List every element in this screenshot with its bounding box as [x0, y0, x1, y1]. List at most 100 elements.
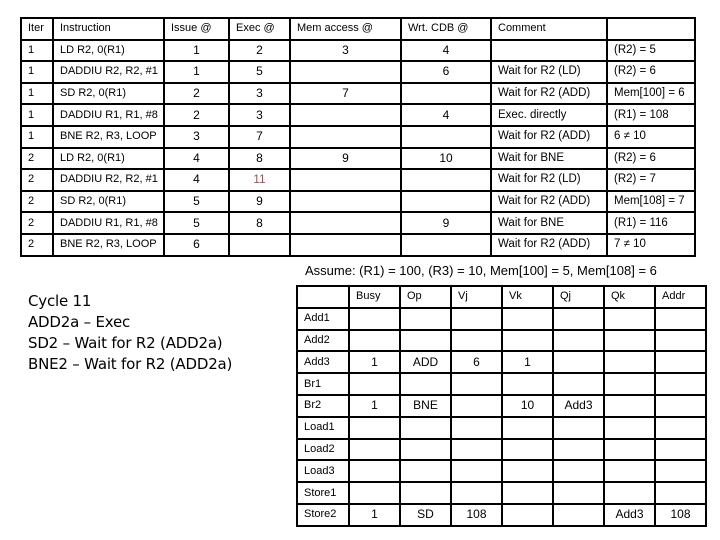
busy-cell: [348, 306, 401, 331]
addr-cell: [654, 306, 707, 331]
vj-cell: [450, 459, 503, 484]
vk-cell: [501, 502, 554, 527]
issue-cell: 4: [163, 146, 230, 171]
comment-cell: Wait for BNE: [490, 211, 608, 235]
op-cell: ADD: [399, 350, 452, 375]
station-name-cell: Store1: [296, 481, 350, 505]
addr-cell: [654, 372, 707, 396]
qj-cell: [552, 481, 605, 505]
issue-cell: 4: [163, 168, 230, 192]
mem-access-cell: 7: [289, 81, 402, 106]
comment-cell: [490, 38, 608, 63]
iter-cell: 2: [20, 168, 54, 192]
header-iter: Iter: [20, 17, 54, 41]
mem-access-cell: 9: [289, 146, 402, 171]
iter-cell: 1: [20, 81, 54, 106]
mem-access-cell: [289, 103, 402, 127]
qj-cell: [552, 415, 605, 440]
exec-cell: 3: [228, 81, 291, 106]
instruction-row: 2 DADDIU R2, R2, #1 4 11 Wait for R2 (LD) (R2…: [20, 168, 696, 192]
cycle-note-line: Cycle 11: [28, 292, 92, 310]
reservation-station-row: Load3: [296, 459, 707, 484]
vj-cell: [450, 372, 503, 396]
addr-cell: [654, 415, 707, 440]
exec-cell: 3: [228, 103, 291, 127]
result-cell: Mem[108] = 7: [606, 189, 696, 214]
vk-cell: 10: [501, 393, 554, 418]
wrt-cdb-cell: [400, 124, 492, 149]
iter-cell: 2: [20, 189, 54, 214]
comment-cell: Wait for R2 (LD): [490, 60, 608, 84]
header-qj: Qj: [552, 285, 605, 309]
header-issue: Issue @: [163, 17, 230, 41]
qj-cell: [552, 328, 605, 353]
header-instruction: Instruction: [52, 17, 165, 41]
addr-cell: [654, 437, 707, 462]
station-name-cell: Add1: [296, 306, 350, 331]
wrt-cdb-cell: 9: [400, 211, 492, 235]
station-name-cell: Store2: [296, 502, 350, 527]
qk-cell: [603, 306, 656, 331]
exec-cell: 2: [228, 38, 291, 63]
iter-cell: 2: [20, 232, 54, 257]
wrt-cdb-cell: 4: [400, 103, 492, 127]
instruction-row: 1 SD R2, 0(R1) 2 3 7 Wait for R2 (ADD) Mem[100…: [20, 81, 696, 106]
reservation-station-row: Store1: [296, 481, 707, 505]
op-cell: [399, 415, 452, 440]
vj-cell: [450, 328, 503, 353]
header-op: Op: [399, 285, 452, 309]
vj-cell: 6: [450, 350, 503, 375]
instruction-cell: DADDIU R1, R1, #8: [52, 211, 165, 235]
busy-cell: [348, 372, 401, 396]
instruction-cell: DADDIU R1, R1, #8: [52, 103, 165, 127]
instruction-cell: SD R2, 0(R1): [52, 189, 165, 214]
vj-cell: [450, 306, 503, 331]
iter-cell: 1: [20, 103, 54, 127]
issue-cell: 1: [163, 38, 230, 63]
vj-cell: [450, 415, 503, 440]
instruction-row: 2 SD R2, 0(R1) 5 9 Wait for R2 (ADD) Mem[108]…: [20, 189, 696, 214]
addr-cell: [654, 350, 707, 375]
busy-cell: [348, 481, 401, 505]
header-result: [606, 17, 696, 41]
exec-cell: 5: [228, 60, 291, 84]
vj-cell: [450, 437, 503, 462]
header-comment: Comment: [490, 17, 608, 41]
addr-cell: 108: [654, 502, 707, 527]
instruction-status-table: Iter Instruction Issue @ Exec @ Mem acce…: [20, 17, 696, 257]
busy-cell: 1: [348, 393, 401, 418]
busy-cell: [348, 459, 401, 484]
header-addr: Addr: [654, 285, 707, 309]
wrt-cdb-cell: [400, 81, 492, 106]
busy-cell: [348, 328, 401, 353]
instruction-table-header: Iter Instruction Issue @ Exec @ Mem acce…: [20, 17, 696, 41]
reservation-station-row: Add2: [296, 328, 707, 353]
mem-access-cell: 3: [289, 38, 402, 63]
station-name-cell: Add3: [296, 350, 350, 375]
busy-cell: 1: [348, 502, 401, 527]
vk-cell: [501, 306, 554, 331]
qk-cell: Add3: [603, 502, 656, 527]
instruction-row: 2 DADDIU R1, R1, #8 5 8 9 Wait for BNE (R1) = …: [20, 211, 696, 235]
issue-cell: 5: [163, 189, 230, 214]
addr-cell: [654, 393, 707, 418]
assumption-text: Assume: (R1) = 100, (R3) = 10, Mem[100] …: [305, 263, 657, 278]
result-cell: 7 ≠ 10: [606, 232, 696, 257]
mem-access-cell: [289, 124, 402, 149]
iter-cell: 1: [20, 38, 54, 63]
exec-cell: 8: [228, 146, 291, 171]
reservation-station-row: Load1: [296, 415, 707, 440]
op-cell: [399, 328, 452, 353]
reservation-station-row: Br1: [296, 372, 707, 396]
issue-cell: 5: [163, 211, 230, 235]
qk-cell: [603, 328, 656, 353]
vk-cell: 1: [501, 350, 554, 375]
instruction-cell: LD R2, 0(R1): [52, 38, 165, 63]
wrt-cdb-cell: 6: [400, 60, 492, 84]
result-cell: Mem[100] = 6: [606, 81, 696, 106]
op-cell: SD: [399, 502, 452, 527]
vk-cell: [501, 437, 554, 462]
cycle-note: Cycle 11 ADD2a – Exec SD2 – Wait for R2 …: [28, 291, 232, 375]
instruction-row: 1 DADDIU R2, R2, #1 1 5 6 Wait for R2 (LD) (R2…: [20, 60, 696, 84]
station-name-cell: Load2: [296, 437, 350, 462]
